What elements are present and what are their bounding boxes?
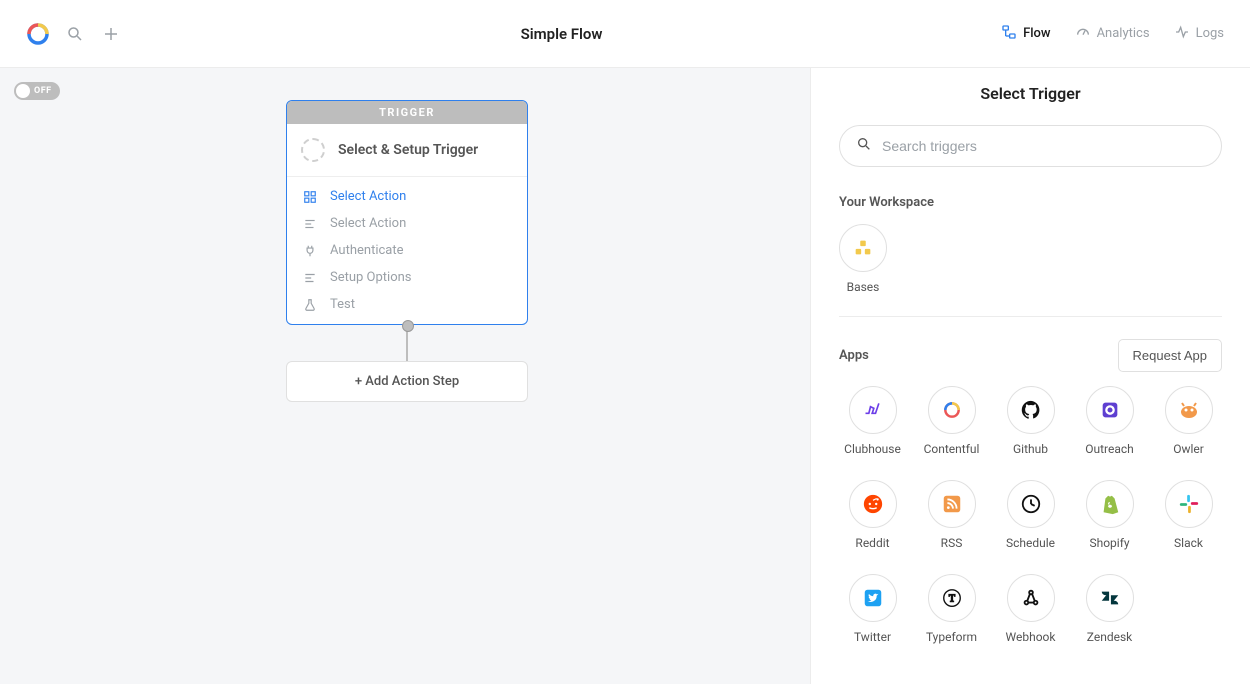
request-app-button[interactable]: Request App [1118,339,1222,372]
app-label: Zendesk [1087,630,1132,644]
trigger-title: Select & Setup Trigger [338,142,478,158]
app-label: Owler [1173,442,1204,456]
app-label: Github [1013,442,1048,456]
topbar: Simple Flow Flow Analytics [0,0,1250,68]
app-label: Shopify [1089,536,1129,550]
app-item-shopify[interactable]: Shopify [1076,480,1143,550]
step-label: Select Action [330,189,406,204]
app-label: Typeform [926,630,977,644]
app-item-slack[interactable]: Slack [1155,480,1222,550]
nav-label: Analytics [1097,26,1150,41]
zendesk-icon [1086,574,1134,622]
app-label: Contentful [924,442,980,456]
app-label: Clubhouse [844,442,901,456]
app-item-clubhouse[interactable]: Clubhouse [839,386,906,456]
app-label: Webhook [1006,630,1056,644]
app-item-reddit[interactable]: Reddit [839,480,906,550]
lines-icon [302,271,318,285]
bases-icon [839,224,887,272]
trigger-placeholder-icon [301,138,325,162]
connector-line [406,325,408,361]
step-setup-options[interactable]: Setup Options [287,264,527,291]
app-label: Bases [847,280,880,294]
rss-icon [928,480,976,528]
trigger-steps: Select Action Select Action [287,177,527,324]
workspace-item-bases[interactable]: Bases [839,224,887,294]
app-item-webhook[interactable]: Webhook [997,574,1064,644]
search-icon [856,136,872,156]
app-item-schedule[interactable]: Schedule [997,480,1064,550]
step-test[interactable]: Test [287,291,527,318]
app-label: RSS [941,536,963,550]
shopify-icon [1086,480,1134,528]
flow-enabled-toggle[interactable]: OFF [14,82,60,100]
apps-heading: Apps [839,348,869,363]
app-item-contentful[interactable]: Contentful [918,386,985,456]
app-item-owler[interactable]: Owler [1155,386,1222,456]
trigger-card[interactable]: TRIGGER Select & Setup Trigger Select A [286,100,528,325]
lines-icon [302,217,318,231]
app-label: Reddit [855,536,889,550]
app-label: Twitter [854,630,891,644]
gauge-icon [1075,24,1091,44]
step-authenticate[interactable]: Authenticate [287,237,527,264]
trigger-panel: Select Trigger Your Workspace Bases [810,68,1250,684]
step-select-action[interactable]: Select Action [287,183,527,210]
svg-text:T: T [948,594,954,605]
schedule-icon [1007,480,1055,528]
nav-label: Flow [1023,26,1051,41]
app-item-twitter[interactable]: Twitter [839,574,906,644]
panel-title: Select Trigger [839,84,1222,103]
clubhouse-icon [849,386,897,434]
app-item-outreach[interactable]: Outreach [1076,386,1143,456]
step-label: Authenticate [330,243,404,258]
webhook-icon [1007,574,1055,622]
app-item-github[interactable]: Github [997,386,1064,456]
page-title: Simple Flow [122,25,1001,43]
nav-logs[interactable]: Logs [1174,24,1224,44]
app-label: Schedule [1006,536,1055,550]
divider [839,316,1222,317]
nav-label: Logs [1196,26,1224,41]
app-item-rss[interactable]: RSS [918,480,985,550]
step-select-action-2[interactable]: Select Action [287,210,527,237]
typeform-icon: T [928,574,976,622]
contentful-icon [928,386,976,434]
flow-canvas[interactable]: OFF TRIGGER Select & Setup Trigger [0,68,810,684]
toggle-knob [16,84,30,98]
workspace-heading: Your Workspace [839,195,1222,210]
plug-icon [302,244,318,258]
outreach-icon [1086,386,1134,434]
owler-icon [1165,386,1213,434]
add-action-step-button[interactable]: + Add Action Step [286,361,528,402]
nav-analytics[interactable]: Analytics [1075,24,1150,44]
app-label: Outreach [1085,442,1134,456]
add-icon[interactable] [100,23,122,45]
app-label: Slack [1174,536,1203,550]
flow-icon [1001,24,1017,44]
search-icon[interactable] [64,23,86,45]
nav-flow[interactable]: Flow [1001,24,1051,44]
search-field[interactable] [882,138,1205,154]
reddit-icon [849,480,897,528]
step-label: Test [330,297,355,312]
activity-icon [1174,24,1190,44]
flask-icon [302,298,318,312]
slack-icon [1165,480,1213,528]
apps-grid: Clubhouse Contentful Github Outreach Owler Re… [839,386,1222,644]
app-logo-icon[interactable] [26,22,50,46]
search-triggers-input[interactable] [839,125,1222,167]
toggle-label: OFF [34,86,52,96]
trigger-badge: TRIGGER [287,101,527,124]
grid-icon [302,190,318,204]
github-icon [1007,386,1055,434]
twitter-icon [849,574,897,622]
app-item-typeform[interactable]: T Typeform [918,574,985,644]
step-label: Setup Options [330,270,412,285]
step-label: Select Action [330,216,406,231]
app-item-zendesk[interactable]: Zendesk [1076,574,1143,644]
